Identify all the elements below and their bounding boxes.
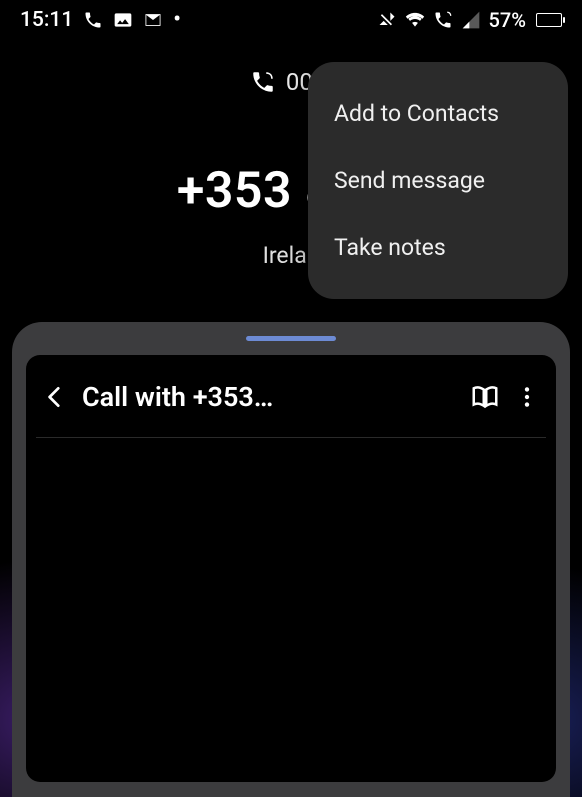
notes-body[interactable] — [36, 438, 546, 779]
status-left: 15:11 • — [20, 8, 181, 32]
gallery-icon — [113, 10, 133, 30]
battery-icon — [536, 13, 562, 27]
book-icon[interactable] — [470, 382, 500, 412]
context-menu: Add to Contacts Send message Take notes — [308, 62, 568, 299]
signal-icon — [461, 10, 481, 30]
menu-take-notes[interactable]: Take notes — [308, 214, 568, 281]
status-bar: 15:11 • 57% — [0, 0, 582, 38]
notes-header: Call with +353… — [36, 355, 546, 438]
vibrate-icon — [377, 10, 397, 30]
wifi-calling-small-icon — [250, 69, 276, 95]
phone-icon — [83, 10, 103, 30]
gmail-icon — [143, 10, 163, 30]
drag-handle[interactable] — [246, 336, 336, 341]
back-icon[interactable] — [42, 384, 68, 410]
more-icon[interactable] — [514, 384, 540, 410]
notes-panel[interactable]: Call with +353… — [12, 322, 570, 797]
battery-percent: 57% — [489, 8, 526, 32]
menu-send-message[interactable]: Send message — [308, 147, 568, 214]
notes-title: Call with +353… — [82, 381, 456, 413]
notes-inner: Call with +353… — [26, 355, 556, 782]
menu-add-to-contacts[interactable]: Add to Contacts — [308, 80, 568, 147]
wifi-calling-icon — [433, 10, 453, 30]
status-time: 15:11 — [20, 8, 73, 32]
status-right: 57% — [377, 8, 562, 32]
wifi-icon — [405, 10, 425, 30]
